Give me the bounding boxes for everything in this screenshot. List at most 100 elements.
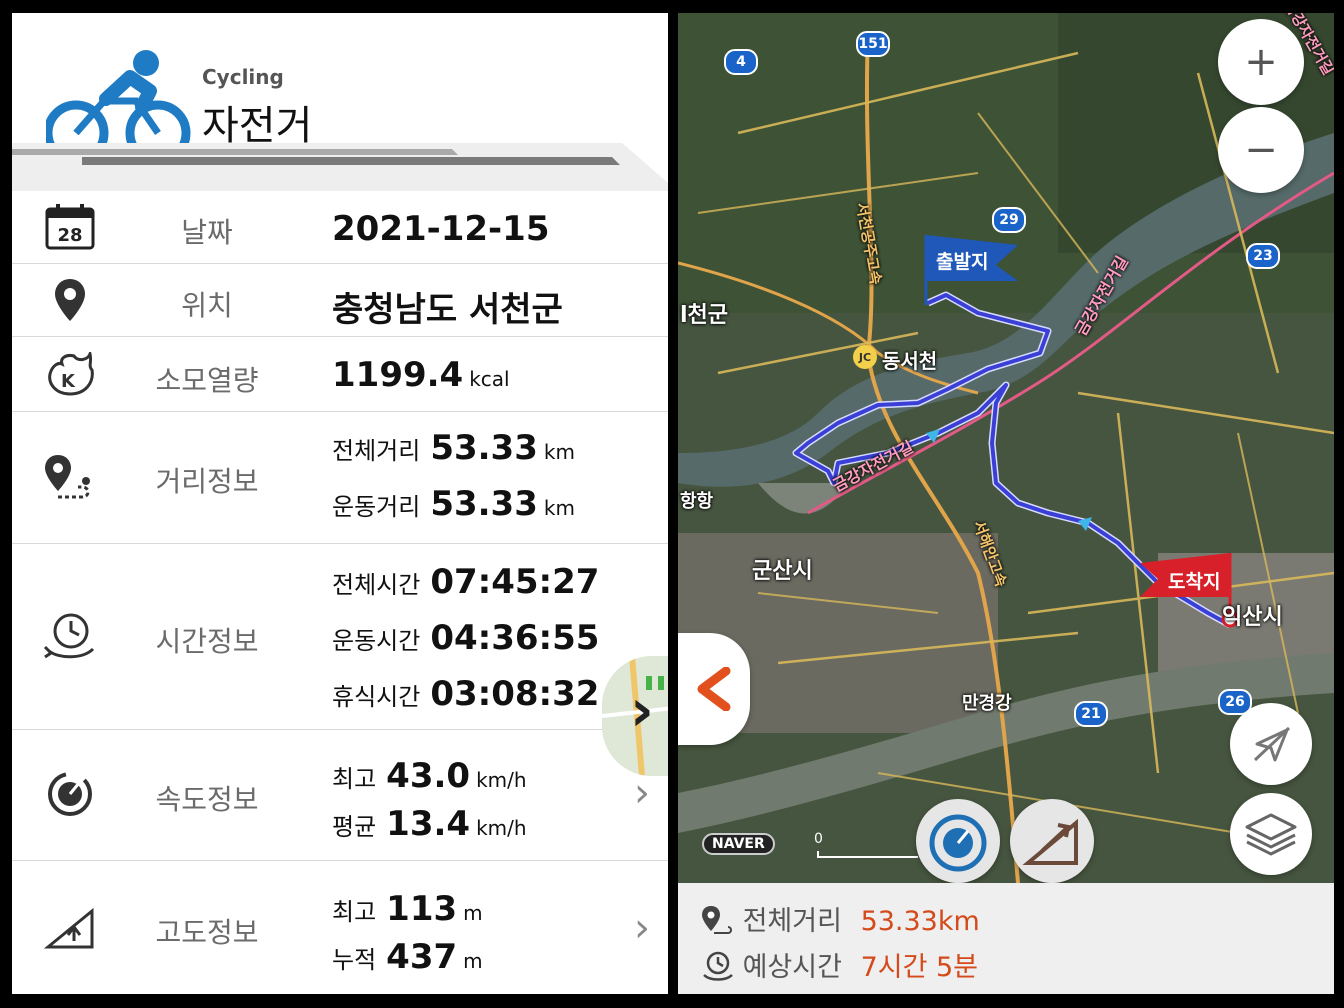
svg-text:28: 28 bbox=[57, 225, 82, 246]
svg-text:K: K bbox=[61, 371, 76, 392]
max-altitude-value: 113 bbox=[386, 889, 458, 929]
total-distance: 전체거리 53.33 km bbox=[332, 428, 575, 468]
moving-distance-value: 53.33 bbox=[430, 484, 538, 524]
calories-unit: kcal bbox=[469, 367, 510, 391]
activity-subtitle: Cycling bbox=[202, 65, 284, 89]
route-shield-29: 29 bbox=[992, 207, 1026, 233]
max-altitude-key: 최고 bbox=[332, 898, 377, 926]
max-speed-value: 43.0 bbox=[386, 756, 471, 796]
route-shield-151: 151 bbox=[856, 31, 890, 57]
rest-time: 휴식시간 03:08:32 bbox=[332, 674, 599, 714]
speed-graph-button[interactable] bbox=[916, 799, 1000, 883]
rest-time-value: 03:08:32 bbox=[430, 674, 600, 714]
location-row: 위치 충청남도 서천군 bbox=[12, 264, 668, 337]
back-button[interactable] bbox=[678, 633, 750, 745]
avg-speed-value: 13.4 bbox=[386, 804, 471, 844]
max-speed-key: 최고 bbox=[332, 765, 377, 793]
route-summary-panel: 전체거리 53.33km 예상시간 7시간 5분 bbox=[678, 883, 1334, 994]
elevation-graph-button[interactable] bbox=[1010, 799, 1094, 883]
map-layers-button[interactable] bbox=[1230, 793, 1312, 875]
activity-summary-panel: Cycling 자전거 28 날짜 2021-12-15 위치 충청남도 서천군… bbox=[12, 13, 668, 994]
avg-speed-key: 평균 bbox=[332, 813, 377, 841]
total-distance-summary-value: 53.33km bbox=[860, 906, 980, 937]
location-label: 위치 bbox=[181, 289, 233, 322]
speedometer-icon bbox=[929, 814, 987, 872]
moving-time-value: 04:36:55 bbox=[430, 618, 600, 658]
location-value: 충청남도 서천군 bbox=[332, 290, 563, 330]
calendar-icon: 28 bbox=[40, 199, 100, 255]
activity-header: Cycling 자전거 bbox=[12, 13, 668, 191]
elevation-icon bbox=[40, 901, 100, 957]
route-map[interactable]: 출발지 도착지 l천군 JC 동서천 항항 군산시 익산시 만경강 금강자전거길… bbox=[678, 13, 1334, 994]
total-distance-summary: 전체거리 53.33km bbox=[700, 899, 980, 938]
max-speed: 최고 43.0 km/h bbox=[332, 756, 527, 796]
date-value: 2021-12-15 bbox=[332, 209, 550, 249]
altitude-row[interactable]: 고도정보 최고 113 m 누적 437 m › bbox=[12, 861, 668, 994]
cumulative-altitude-value: 437 bbox=[386, 937, 458, 977]
location-off-icon bbox=[1253, 726, 1291, 762]
route-shield-21: 21 bbox=[1074, 701, 1108, 727]
elevation-icon bbox=[1022, 818, 1078, 865]
speed-chevron-right-icon[interactable]: › bbox=[634, 770, 650, 816]
avg-speed-unit: km/h bbox=[476, 816, 527, 840]
zoom-in-button[interactable]: + bbox=[1218, 19, 1304, 105]
calorie-flame-icon: K bbox=[40, 347, 100, 403]
moving-time: 운동시간 04:36:55 bbox=[332, 618, 599, 658]
date-label: 날짜 bbox=[181, 216, 233, 249]
moving-distance-key: 운동거리 bbox=[332, 493, 421, 521]
max-altitude-unit: m bbox=[463, 901, 483, 925]
total-distance-unit: km bbox=[543, 440, 575, 464]
map-label-hanghang: 항항 bbox=[680, 491, 714, 512]
speedometer-icon bbox=[40, 766, 100, 822]
estimated-time-key: 예상시간 bbox=[742, 952, 842, 983]
cumulative-altitude: 누적 437 m bbox=[332, 937, 483, 977]
minus-icon: − bbox=[1244, 127, 1278, 173]
total-distance-key: 전체거리 bbox=[332, 437, 421, 465]
estimated-time-value: 7시간 5분 bbox=[860, 952, 979, 983]
total-time-key: 전체시간 bbox=[332, 571, 421, 599]
plus-icon: + bbox=[1244, 39, 1278, 85]
calories-value-group: 1199.4 kcal bbox=[332, 355, 510, 395]
map-scale-label: 0 bbox=[814, 831, 823, 847]
location-off-button[interactable] bbox=[1230, 703, 1312, 785]
junction-marker: JC bbox=[853, 345, 877, 369]
distance-label: 거리정보 bbox=[155, 465, 259, 498]
time-label: 시간정보 bbox=[155, 625, 259, 658]
start-flag-label: 출발지 bbox=[936, 251, 989, 273]
zoom-out-button[interactable]: − bbox=[1218, 107, 1304, 193]
map-label-iksan: 익산시 bbox=[1222, 605, 1283, 630]
moving-distance: 운동거리 53.33 km bbox=[332, 484, 575, 524]
distance-row: 거리정보 전체거리 53.33 km 운동거리 53.33 km bbox=[12, 412, 668, 544]
speed-row[interactable]: 속도정보 최고 43.0 km/h 평균 13.4 km/h › bbox=[12, 730, 668, 861]
altitude-label: 고도정보 bbox=[155, 916, 259, 949]
location-pin-icon bbox=[40, 272, 100, 328]
max-altitude: 최고 113 m bbox=[332, 889, 483, 929]
end-flag-label: 도착지 bbox=[1168, 571, 1221, 593]
total-distance-value: 53.33 bbox=[430, 428, 538, 468]
total-time: 전체시간 07:45:27 bbox=[332, 562, 599, 602]
calories-label: 소모열량 bbox=[155, 364, 259, 397]
map-label-dongseocheon: 동서천 bbox=[882, 349, 938, 373]
time-row: 시간정보 전체시간 07:45:27 운동시간 04:36:55 휴식시간 03:08… bbox=[12, 544, 668, 730]
rest-time-key: 휴식시간 bbox=[332, 683, 421, 711]
calories-row: K 소모열량 1199.4 kcal bbox=[12, 337, 668, 412]
moving-distance-unit: km bbox=[543, 496, 575, 520]
cumulative-altitude-key: 누적 bbox=[332, 946, 377, 974]
route-pin-icon bbox=[700, 906, 743, 937]
speed-label: 속도정보 bbox=[155, 783, 259, 816]
map-label-mangyeong: 만경강 bbox=[962, 693, 1012, 714]
cumulative-altitude-unit: m bbox=[463, 949, 483, 973]
naver-logo: NAVER bbox=[702, 833, 775, 855]
moving-time-key: 운동시간 bbox=[332, 627, 421, 655]
total-distance-summary-key: 전체거리 bbox=[742, 906, 842, 937]
map-label-gunsan: 군산시 bbox=[752, 559, 813, 584]
clock-icon bbox=[40, 608, 100, 664]
altitude-chevron-right-icon[interactable]: › bbox=[634, 905, 650, 951]
total-time-value: 07:45:27 bbox=[430, 562, 600, 602]
map-label-cheongun: l천군 bbox=[680, 303, 729, 328]
avg-speed: 평균 13.4 km/h bbox=[332, 804, 527, 844]
route-shield-23: 23 bbox=[1246, 243, 1280, 269]
chevron-left-icon bbox=[697, 667, 731, 711]
clock-icon bbox=[700, 951, 743, 983]
chevron-right-icon: › bbox=[630, 676, 654, 744]
